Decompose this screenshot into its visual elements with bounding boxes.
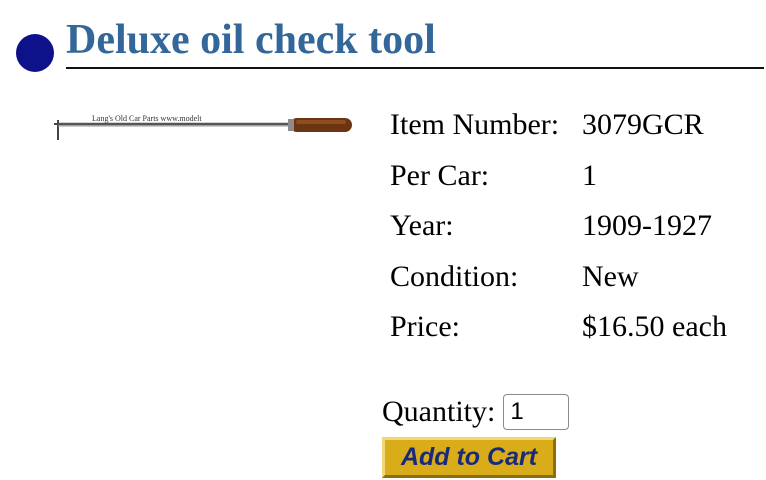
image-engraving: Lang's Old Car Parts www.modelt <box>92 114 202 123</box>
detail-row-per-car: Per Car: 1 <box>390 151 727 202</box>
detail-row-condition: Condition: New <box>390 252 727 303</box>
detail-value: 1 <box>582 158 597 192</box>
detail-row-year: Year: 1909-1927 <box>390 201 727 252</box>
detail-row-price: Price: $16.50 each <box>390 302 727 353</box>
quantity-row: Quantity: <box>382 394 570 430</box>
bullet-icon <box>16 34 54 72</box>
detail-label: Item Number: <box>390 108 560 142</box>
add-to-cart-button[interactable]: Add to Cart <box>382 437 556 478</box>
detail-label: Per Car: <box>390 158 490 192</box>
product-image: Lang's Old Car Parts www.modelt <box>54 114 352 140</box>
detail-label: Condition: <box>390 259 519 293</box>
quantity-input[interactable] <box>503 394 570 430</box>
detail-value: New <box>582 259 639 293</box>
page-title: Deluxe oil check tool <box>66 17 436 63</box>
detail-value: $16.50 each <box>582 310 727 344</box>
detail-label: Year: <box>390 209 454 243</box>
detail-value: 1909-1927 <box>582 209 712 243</box>
quantity-label: Quantity: <box>382 395 496 428</box>
detail-row-item-number: Item Number: 3079GCR <box>390 100 727 151</box>
product-details-table: Item Number: 3079GCR Per Car: 1 Year: 19… <box>390 100 727 353</box>
detail-value: 3079GCR <box>582 108 704 142</box>
title-divider <box>66 67 764 69</box>
detail-label: Price: <box>390 310 460 344</box>
